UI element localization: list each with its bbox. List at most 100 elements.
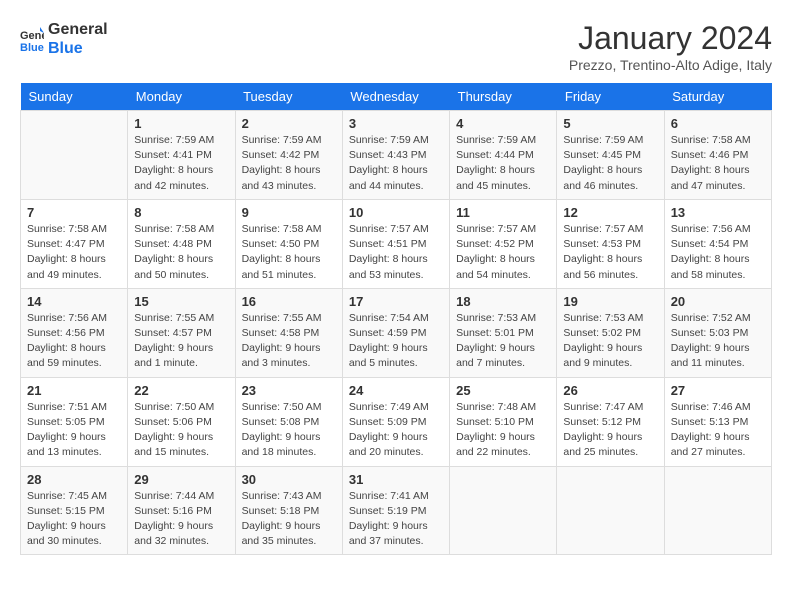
- calendar-cell: 29 Sunrise: 7:44 AMSunset: 5:16 PMDayligh…: [128, 466, 235, 555]
- day-info: Sunrise: 7:43 AMSunset: 5:18 PMDaylight:…: [242, 489, 336, 550]
- calendar-cell: 22 Sunrise: 7:50 AMSunset: 5:06 PMDayligh…: [128, 377, 235, 466]
- calendar-cell: 4 Sunrise: 7:59 AMSunset: 4:44 PMDaylight…: [450, 111, 557, 200]
- day-number: 18: [456, 294, 550, 309]
- day-number: 29: [134, 472, 228, 487]
- day-number: 16: [242, 294, 336, 309]
- day-info: Sunrise: 7:46 AMSunset: 5:13 PMDaylight:…: [671, 400, 765, 461]
- day-info: Sunrise: 7:45 AMSunset: 5:15 PMDaylight:…: [27, 489, 121, 550]
- day-number: 23: [242, 383, 336, 398]
- week-row-4: 21 Sunrise: 7:51 AMSunset: 5:05 PMDayligh…: [21, 377, 772, 466]
- day-number: 4: [456, 116, 550, 131]
- day-number: 17: [349, 294, 443, 309]
- day-info: Sunrise: 7:50 AMSunset: 5:06 PMDaylight:…: [134, 400, 228, 461]
- day-number: 14: [27, 294, 121, 309]
- day-number: 11: [456, 205, 550, 220]
- calendar-cell: 10 Sunrise: 7:57 AMSunset: 4:51 PMDayligh…: [342, 199, 449, 288]
- calendar-cell: 25 Sunrise: 7:48 AMSunset: 5:10 PMDayligh…: [450, 377, 557, 466]
- calendar-cell: 27Sunrise: 7:46 AMSunset: 5:13 PMDayligh…: [664, 377, 771, 466]
- month-title: January 2024: [569, 20, 772, 57]
- day-info: Sunrise: 7:59 AMSunset: 4:41 PMDaylight:…: [134, 133, 228, 194]
- logo-icon: General Blue: [20, 25, 44, 53]
- header-tuesday: Tuesday: [235, 83, 342, 111]
- day-number: 13: [671, 205, 765, 220]
- day-info: Sunrise: 7:59 AMSunset: 4:43 PMDaylight:…: [349, 133, 443, 194]
- day-number: 2: [242, 116, 336, 131]
- day-number: 21: [27, 383, 121, 398]
- day-number: 7: [27, 205, 121, 220]
- calendar-cell: 16 Sunrise: 7:55 AMSunset: 4:58 PMDayligh…: [235, 288, 342, 377]
- day-info: Sunrise: 7:59 AMSunset: 4:45 PMDaylight:…: [563, 133, 657, 194]
- week-row-1: 1 Sunrise: 7:59 AMSunset: 4:41 PMDaylight…: [21, 111, 772, 200]
- calendar-cell: 13 Sunrise: 7:56 AMSunset: 4:54 PMDayligh…: [664, 199, 771, 288]
- calendar-cell: 28 Sunrise: 7:45 AMSunset: 5:15 PMDayligh…: [21, 466, 128, 555]
- day-number: 3: [349, 116, 443, 131]
- calendar-cell: 9 Sunrise: 7:58 AMSunset: 4:50 PMDaylight…: [235, 199, 342, 288]
- calendar-cell: 11Sunrise: 7:57 AMSunset: 4:52 PMDayligh…: [450, 199, 557, 288]
- calendar-cell: 24Sunrise: 7:49 AMSunset: 5:09 PMDayligh…: [342, 377, 449, 466]
- calendar-cell: 12Sunrise: 7:57 AMSunset: 4:53 PMDayligh…: [557, 199, 664, 288]
- day-number: 12: [563, 205, 657, 220]
- day-number: 1: [134, 116, 228, 131]
- day-info: Sunrise: 7:47 AMSunset: 5:12 PMDaylight:…: [563, 400, 657, 461]
- day-info: Sunrise: 7:58 AMSunset: 4:50 PMDaylight:…: [242, 222, 336, 283]
- day-number: 6: [671, 116, 765, 131]
- calendar-cell: 14Sunrise: 7:56 AMSunset: 4:56 PMDayligh…: [21, 288, 128, 377]
- day-info: Sunrise: 7:59 AMSunset: 4:44 PMDaylight:…: [456, 133, 550, 194]
- day-number: 9: [242, 205, 336, 220]
- header-wednesday: Wednesday: [342, 83, 449, 111]
- day-info: Sunrise: 7:51 AMSunset: 5:05 PMDaylight:…: [27, 400, 121, 461]
- day-info: Sunrise: 7:58 AMSunset: 4:47 PMDaylight:…: [27, 222, 121, 283]
- day-number: 22: [134, 383, 228, 398]
- location-subtitle: Prezzo, Trentino-Alto Adige, Italy: [569, 57, 772, 73]
- calendar-cell: 8Sunrise: 7:58 AMSunset: 4:48 PMDaylight…: [128, 199, 235, 288]
- calendar-cell: 31Sunrise: 7:41 AMSunset: 5:19 PMDayligh…: [342, 466, 449, 555]
- day-info: Sunrise: 7:55 AMSunset: 4:57 PMDaylight:…: [134, 311, 228, 372]
- logo: General Blue General Blue: [20, 20, 108, 58]
- day-info: Sunrise: 7:56 AMSunset: 4:54 PMDaylight:…: [671, 222, 765, 283]
- header-friday: Friday: [557, 83, 664, 111]
- day-number: 20: [671, 294, 765, 309]
- calendar-cell: [21, 111, 128, 200]
- day-info: Sunrise: 7:52 AMSunset: 5:03 PMDaylight:…: [671, 311, 765, 372]
- day-number: 10: [349, 205, 443, 220]
- day-number: 28: [27, 472, 121, 487]
- day-info: Sunrise: 7:53 AMSunset: 5:02 PMDaylight:…: [563, 311, 657, 372]
- calendar-cell: 30 Sunrise: 7:43 AMSunset: 5:18 PMDayligh…: [235, 466, 342, 555]
- day-number: 30: [242, 472, 336, 487]
- header-saturday: Saturday: [664, 83, 771, 111]
- day-info: Sunrise: 7:54 AMSunset: 4:59 PMDaylight:…: [349, 311, 443, 372]
- header-thursday: Thursday: [450, 83, 557, 111]
- week-row-2: 7 Sunrise: 7:58 AMSunset: 4:47 PMDaylight…: [21, 199, 772, 288]
- calendar-cell: 18 Sunrise: 7:53 AMSunset: 5:01 PMDayligh…: [450, 288, 557, 377]
- calendar-cell: 15 Sunrise: 7:55 AMSunset: 4:57 PMDayligh…: [128, 288, 235, 377]
- day-number: 24: [349, 383, 443, 398]
- day-info: Sunrise: 7:48 AMSunset: 5:10 PMDaylight:…: [456, 400, 550, 461]
- calendar-cell: 5 Sunrise: 7:59 AMSunset: 4:45 PMDaylight…: [557, 111, 664, 200]
- svg-text:General: General: [20, 30, 44, 42]
- calendar-cell: [450, 466, 557, 555]
- calendar-cell: 23Sunrise: 7:50 AMSunset: 5:08 PMDayligh…: [235, 377, 342, 466]
- calendar-cell: 20 Sunrise: 7:52 AMSunset: 5:03 PMDayligh…: [664, 288, 771, 377]
- day-info: Sunrise: 7:57 AMSunset: 4:51 PMDaylight:…: [349, 222, 443, 283]
- title-block: January 2024 Prezzo, Trentino-Alto Adige…: [569, 20, 772, 73]
- calendar-cell: 7 Sunrise: 7:58 AMSunset: 4:47 PMDaylight…: [21, 199, 128, 288]
- day-info: Sunrise: 7:53 AMSunset: 5:01 PMDaylight:…: [456, 311, 550, 372]
- day-number: 25: [456, 383, 550, 398]
- calendar-table: SundayMondayTuesdayWednesdayThursdayFrid…: [20, 83, 772, 555]
- day-info: Sunrise: 7:59 AMSunset: 4:42 PMDaylight:…: [242, 133, 336, 194]
- calendar-cell: 21 Sunrise: 7:51 AMSunset: 5:05 PMDayligh…: [21, 377, 128, 466]
- page-header: General Blue General Blue January 2024 P…: [20, 20, 772, 73]
- day-info: Sunrise: 7:58 AMSunset: 4:46 PMDaylight:…: [671, 133, 765, 194]
- logo-text-blue: Blue: [48, 39, 108, 58]
- calendar-cell: [664, 466, 771, 555]
- day-info: Sunrise: 7:44 AMSunset: 5:16 PMDaylight:…: [134, 489, 228, 550]
- day-info: Sunrise: 7:55 AMSunset: 4:58 PMDaylight:…: [242, 311, 336, 372]
- day-number: 5: [563, 116, 657, 131]
- day-number: 15: [134, 294, 228, 309]
- week-row-5: 28 Sunrise: 7:45 AMSunset: 5:15 PMDayligh…: [21, 466, 772, 555]
- calendar-cell: 26Sunrise: 7:47 AMSunset: 5:12 PMDayligh…: [557, 377, 664, 466]
- svg-text:Blue: Blue: [20, 42, 44, 53]
- calendar-cell: 19Sunrise: 7:53 AMSunset: 5:02 PMDayligh…: [557, 288, 664, 377]
- calendar-cell: 2 Sunrise: 7:59 AMSunset: 4:42 PMDaylight…: [235, 111, 342, 200]
- calendar-cell: 17 Sunrise: 7:54 AMSunset: 4:59 PMDayligh…: [342, 288, 449, 377]
